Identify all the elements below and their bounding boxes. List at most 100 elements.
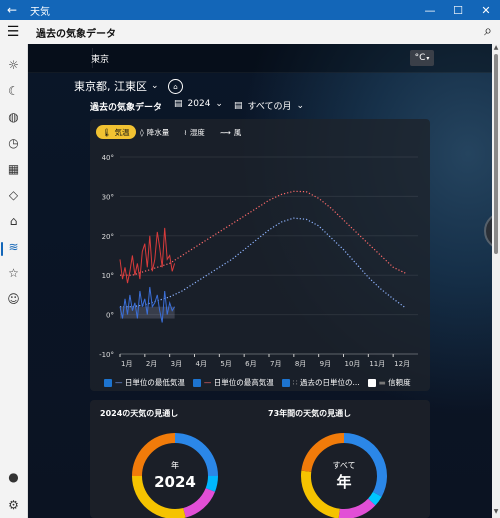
year-select[interactable]: ▤ 2024 ⌄ [174,99,223,109]
location-selector[interactable]: 東京都, 江東区 ⌄ [74,78,159,94]
chip-temperature[interactable]: 🌡︎ 気温 [96,125,136,139]
x-tick-label: 11月 [369,360,385,368]
donut1-top-label: 年 [171,460,179,470]
donut2-big-label: 年 [336,473,351,491]
checkbox-icon [281,379,290,387]
minimize-button[interactable]: — [416,0,444,20]
x-tick-label: 9月 [320,360,331,368]
droplet-icon: ◊ [140,127,144,137]
left-nav: ☼ ☾ ◍ ◷ ▦ ◇ ⌂ ≋ ☆ ☺ ● ⚙ [0,44,28,518]
window-titlebar: ← 天気 — ☐ ✕ [0,0,500,20]
close-button[interactable]: ✕ [472,0,500,20]
month-select[interactable]: ▤ すべての月 ⌄ [234,99,305,113]
app-header: ☰ 過去の気象データ ⌕ [0,20,500,45]
chip-wind[interactable]: ⟿ 風 [214,125,247,139]
x-tick-label: 12月 [394,360,410,368]
x-tick-label: 4月 [196,360,207,368]
chevron-down-icon: ⌄ [151,81,159,91]
donut-slice[interactable] [205,475,218,492]
main-content: 東京 °C ▾ 東京都, 江東区 ⌄ ⌂ 過去の気象データ ▤ 2024 ⌄ ▤… [28,44,492,518]
back-arrow-icon[interactable]: ← [0,3,24,17]
donut-slice[interactable] [338,498,376,518]
calendar-icon: ▤ [174,99,183,109]
search-icon[interactable]: ⌕ [484,23,492,39]
legend-confidence[interactable]: ▬ 信頼度 [367,377,411,388]
thermometer-icon: 🌡︎ [102,127,112,137]
y-tick-label: 40° [102,154,114,162]
chip-humidity[interactable]: ≀ 湿度 [178,125,211,139]
chip-label: 気温 [114,127,130,137]
donut2-top-label: すべて [332,461,355,470]
chart-legend: — 日単位の最低気温 — 日単位の最高気温 ∷ 過去の日単位の... ▬ 信頼度 [104,377,411,388]
location-tabs: 東京 °C ▾ [28,44,492,73]
shield-icon[interactable]: ◇ [0,188,27,202]
settings-gear-icon[interactable]: ⚙ [0,498,27,512]
legend-past[interactable]: ∷ 過去の日単位の... [281,377,360,388]
y-tick-label: 0° [106,312,114,320]
app-title: 過去の気象データ [36,28,116,40]
chip-label: 風 [233,127,242,137]
home-icon: ⌂ [173,82,178,91]
donut-slice[interactable] [174,433,218,477]
x-tick-label: 3月 [171,360,182,368]
x-tick-label: 2月 [146,360,157,368]
calendar-icon: ▤ [234,100,243,111]
globe-widget[interactable] [484,212,492,250]
y-tick-label: -10° [99,351,114,359]
historical-weather-icon[interactable]: ≋ [0,240,27,254]
donut1-big-label: 2024 [154,473,196,491]
moon-icon[interactable]: ☾ [0,84,27,98]
x-tick-label: 10月 [345,360,361,368]
checkbox-icon [192,379,201,387]
account-icon[interactable]: ● [0,470,27,484]
legend-min[interactable]: — 日単位の最低気温 [104,377,185,388]
temperature-chart: 40° 30° 20° 10° 0° -10° 1月 2月 3月 4月 5月 6月 7月 8月 9月 10月 1… [99,154,418,368]
hamburger-menu-icon[interactable]: ☰ [0,24,26,40]
donut-slice[interactable] [132,433,176,477]
wind-icon: ⟿ [220,127,231,137]
x-tick-label: 8月 [295,360,306,368]
favorites-icon[interactable]: ☆ [0,266,27,280]
unit-toggle-button[interactable]: °C ▾ [410,50,434,66]
clock-icon[interactable]: ◷ [0,136,27,150]
chevron-down-icon: ⌄ [215,99,223,109]
maximize-button[interactable]: ☐ [444,0,472,20]
chip-label: 降水量 [146,127,170,137]
checkbox-icon [104,379,112,387]
year-value: 2024 [187,99,211,109]
legend-max[interactable]: — 日単位の最高気温 [192,377,274,388]
chevron-down-icon: ⌄ [296,100,305,111]
city-tab[interactable]: 東京 [91,52,109,65]
month-value: すべての月 [247,102,292,112]
checkbox-icon [367,379,376,387]
scroll-down-icon[interactable]: ▼ [492,508,500,515]
scroll-up-icon[interactable]: ▲ [492,44,500,51]
y-tick-label: 20° [102,233,114,241]
location-name: 東京都, 江東区 [74,80,147,93]
home-location-button[interactable]: ⌂ [168,79,183,94]
scroll-thumb[interactable] [494,54,498,254]
y-tick-label: 10° [102,272,114,280]
unit-label: °C [414,53,426,63]
x-tick-label: 6月 [245,360,256,368]
forecast-icon[interactable]: ☼ [0,58,27,72]
home-icon[interactable]: ⌂ [0,214,27,228]
window-title: 天気 [30,6,50,18]
globe-icon[interactable]: ◍ [0,110,27,124]
y-tick-label: 30° [102,193,114,201]
donut-slice[interactable] [367,491,382,506]
outlook-donuts: 年 2024 すべて 年 [132,433,387,518]
vertical-scrollbar[interactable]: ▲ ▼ [492,44,500,518]
calendar-icon[interactable]: ▦ [0,162,27,176]
section-title: 過去の気象データ [90,103,163,113]
unit-dropdown-icon: ▾ [426,54,430,62]
chip-label: 湿度 [189,127,205,137]
x-tick-label: 1月 [121,360,132,368]
humidity-icon: ≀ [184,127,187,137]
donut-slice[interactable] [182,487,215,518]
smiley-icon[interactable]: ☺ [0,292,27,306]
donut-slice[interactable] [301,470,341,518]
historical-chart-card: 🌡︎ 気温 ◊ 降水量 ≀ 湿度 ⟿ 風 40° 30° 20° 10° 0° -10° 1… [90,119,430,391]
x-tick-label: 5月 [220,360,231,368]
chip-precipitation[interactable]: ◊ 降水量 [134,125,175,139]
